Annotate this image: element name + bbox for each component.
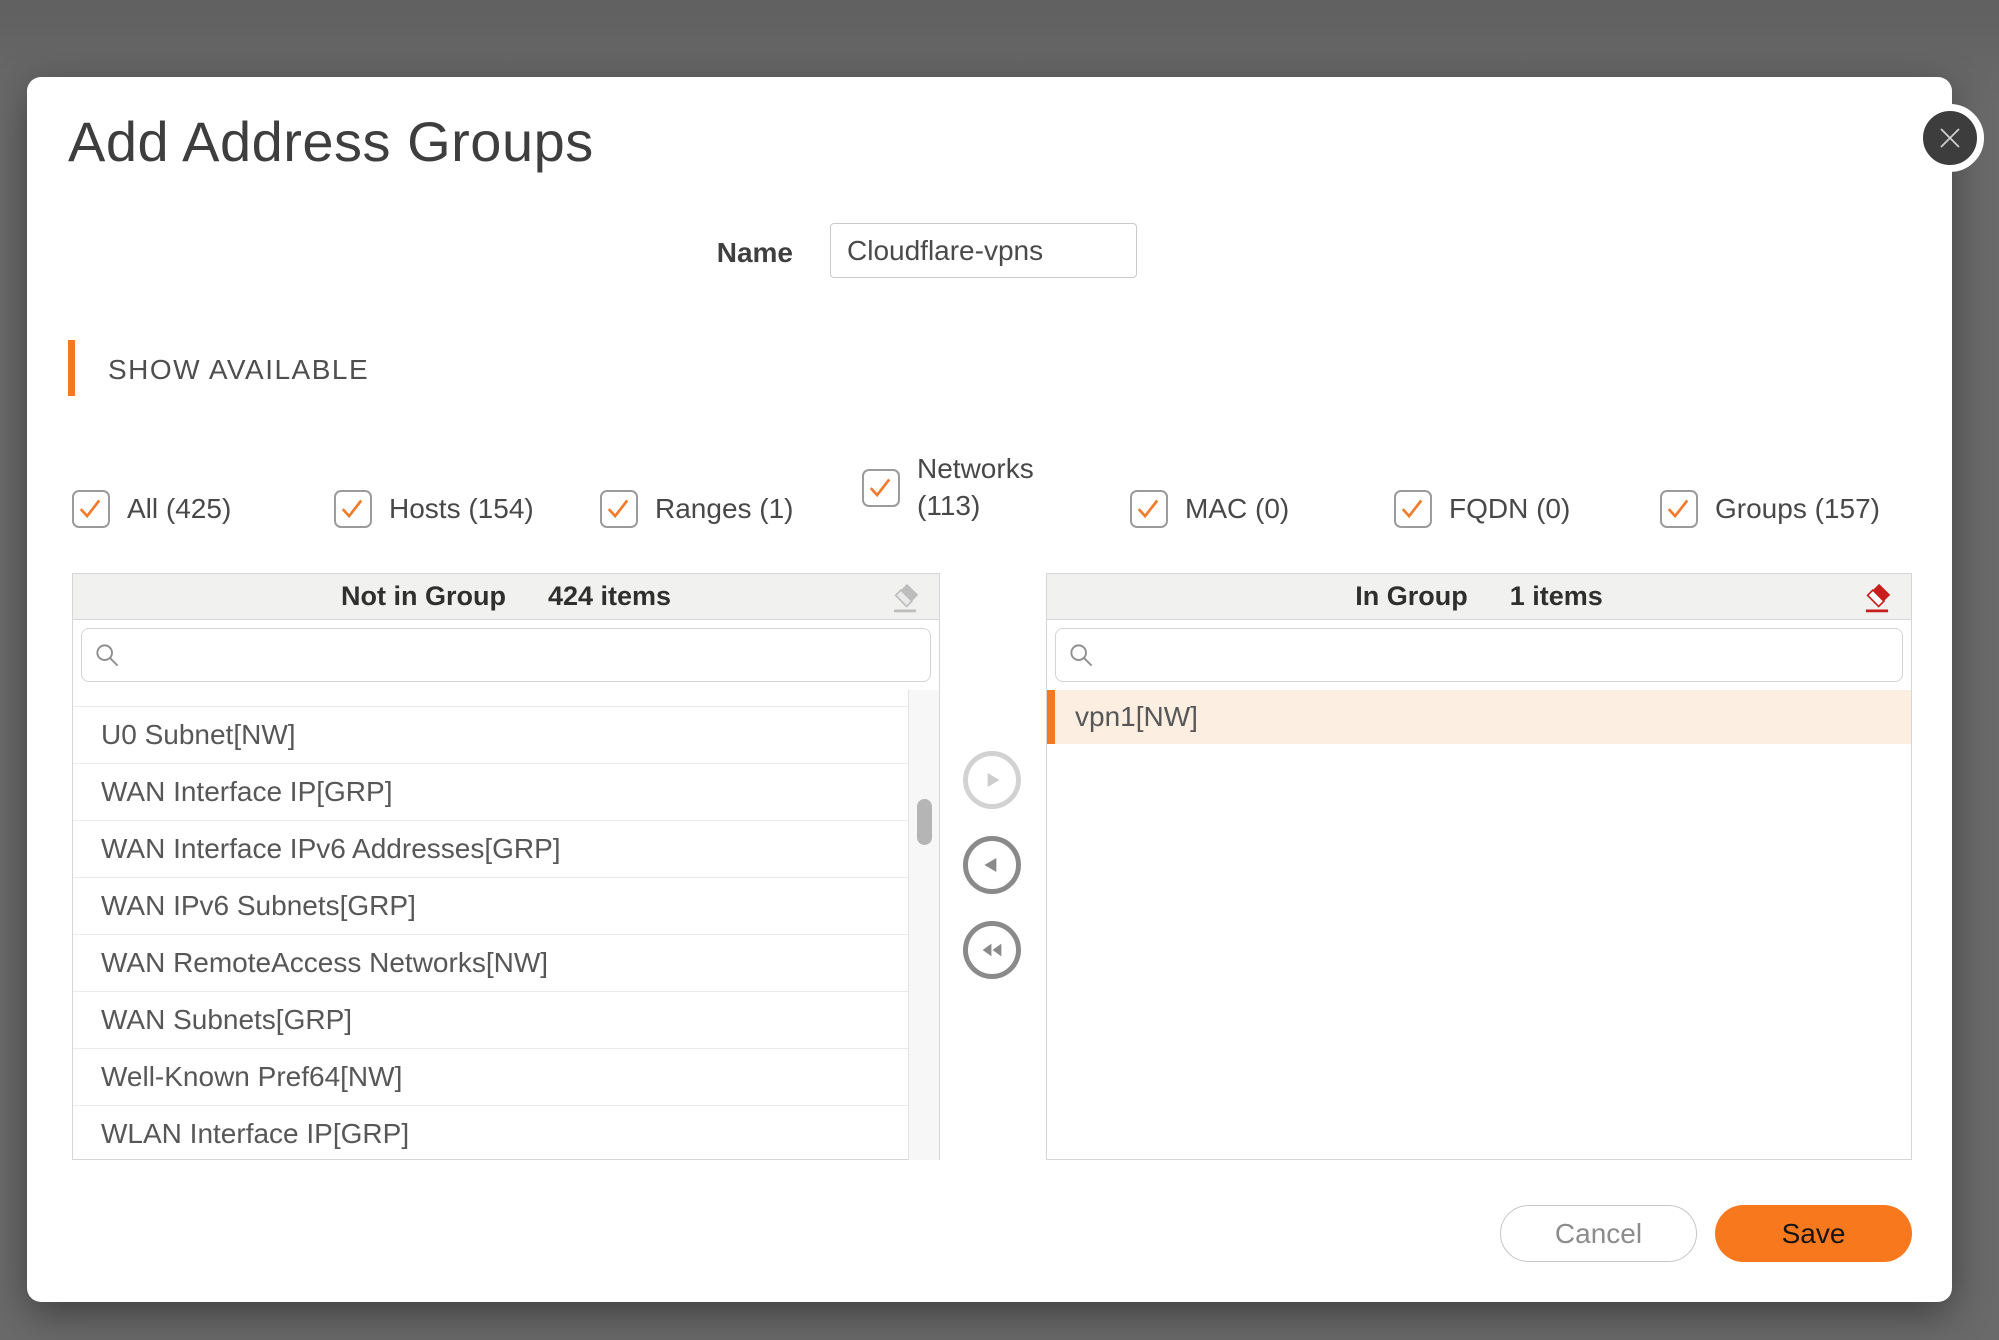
- panel-title: Not in Group: [341, 581, 506, 612]
- double-arrow-left-icon: [978, 936, 1006, 964]
- filter-mac[interactable]: MAC (0): [1130, 490, 1289, 528]
- section-accent-bar: [68, 340, 75, 396]
- checkbox-checked[interactable]: [600, 490, 638, 528]
- close-button[interactable]: [1916, 104, 1984, 172]
- list-item[interactable]: WAN Interface IPv6 Addresses[GRP]: [73, 821, 909, 878]
- in-group-panel: In Group 1 items vpn1[NW]: [1046, 573, 1912, 1160]
- arrow-left-icon: [979, 852, 1005, 878]
- list-item[interactable]: WAN Interface IP[GRP]: [73, 764, 909, 821]
- not-in-group-list: U0 Subnet[NW] WAN Interface IP[GRP] WAN …: [73, 690, 939, 1160]
- check-icon: [865, 472, 895, 502]
- list-item[interactable]: WAN RemoteAccess Networks[NW]: [73, 935, 909, 992]
- check-icon: [75, 493, 105, 523]
- filter-ranges[interactable]: Ranges (1): [600, 490, 794, 528]
- eraser-icon: [1859, 579, 1895, 615]
- list-item[interactable]: WLAN Interface IP[GRP]: [73, 1106, 909, 1160]
- in-group-header: In Group 1 items: [1047, 574, 1911, 620]
- add-address-groups-dialog: Add Address Groups Name SHOW AVAILABLE A…: [27, 77, 1952, 1302]
- search-icon: [94, 642, 121, 669]
- in-group-search-input[interactable]: [1055, 628, 1903, 682]
- cancel-button[interactable]: Cancel: [1500, 1205, 1697, 1262]
- checkbox-checked[interactable]: [1130, 490, 1168, 528]
- filter-label: Hosts (154): [389, 491, 534, 528]
- eraser-icon: [887, 579, 923, 615]
- partial-row: [73, 690, 909, 707]
- name-field-label: Name: [643, 237, 793, 269]
- panel-item-count: 424 items: [548, 581, 671, 612]
- arrow-right-icon: [979, 767, 1005, 793]
- checkbox-checked[interactable]: [72, 490, 110, 528]
- section-title: SHOW AVAILABLE: [108, 354, 369, 386]
- move-to-group-button[interactable]: [963, 751, 1021, 809]
- check-icon: [337, 493, 367, 523]
- filter-fqdn[interactable]: FQDN (0): [1394, 490, 1570, 528]
- list-item[interactable]: WAN IPv6 Subnets[GRP]: [73, 878, 909, 935]
- not-in-group-search-input[interactable]: [81, 628, 931, 682]
- checkbox-checked[interactable]: [334, 490, 372, 528]
- scrollbar-thumb[interactable]: [917, 799, 932, 845]
- filter-label: MAC (0): [1185, 491, 1289, 528]
- panel-item-count: 1 items: [1510, 581, 1603, 612]
- filter-hosts[interactable]: Hosts (154): [334, 490, 534, 528]
- list-item[interactable]: Well-Known Pref64[NW]: [73, 1049, 909, 1106]
- clear-list-button[interactable]: [887, 579, 923, 615]
- filter-label: All (425): [127, 491, 231, 528]
- page-title: Add Address Groups: [68, 109, 594, 174]
- filter-label: Ranges (1): [655, 491, 794, 528]
- filter-label: Networks (113): [917, 451, 1047, 525]
- checkbox-checked[interactable]: [862, 469, 900, 507]
- list-item-selected[interactable]: vpn1[NW]: [1047, 690, 1911, 744]
- remove-all-from-group-button[interactable]: [963, 921, 1021, 979]
- filter-label: Groups (157): [1715, 491, 1880, 528]
- remove-from-group-button[interactable]: [963, 836, 1021, 894]
- name-input[interactable]: [830, 223, 1137, 278]
- in-group-list: vpn1[NW]: [1047, 690, 1911, 1160]
- checkbox-checked[interactable]: [1660, 490, 1698, 528]
- list-item[interactable]: WAN Subnets[GRP]: [73, 992, 909, 1049]
- clear-list-button[interactable]: [1859, 579, 1895, 615]
- panel-title: In Group: [1355, 581, 1467, 612]
- scrollbar-track[interactable]: [908, 690, 939, 1160]
- check-icon: [1133, 493, 1163, 523]
- search-icon: [1068, 642, 1095, 669]
- filter-networks[interactable]: Networks (113): [862, 451, 1047, 525]
- check-icon: [1397, 493, 1427, 523]
- filter-groups[interactable]: Groups (157): [1660, 490, 1880, 528]
- filter-all[interactable]: All (425): [72, 490, 231, 528]
- save-button[interactable]: Save: [1715, 1205, 1912, 1262]
- list-item[interactable]: U0 Subnet[NW]: [73, 707, 909, 764]
- filter-label: FQDN (0): [1449, 491, 1570, 528]
- check-icon: [603, 493, 633, 523]
- checkbox-checked[interactable]: [1394, 490, 1432, 528]
- close-icon: [1936, 124, 1964, 152]
- not-in-group-header: Not in Group 424 items: [73, 574, 939, 620]
- check-icon: [1663, 493, 1693, 523]
- not-in-group-panel: Not in Group 424 items U0 Subnet[NW] WAN…: [72, 573, 940, 1160]
